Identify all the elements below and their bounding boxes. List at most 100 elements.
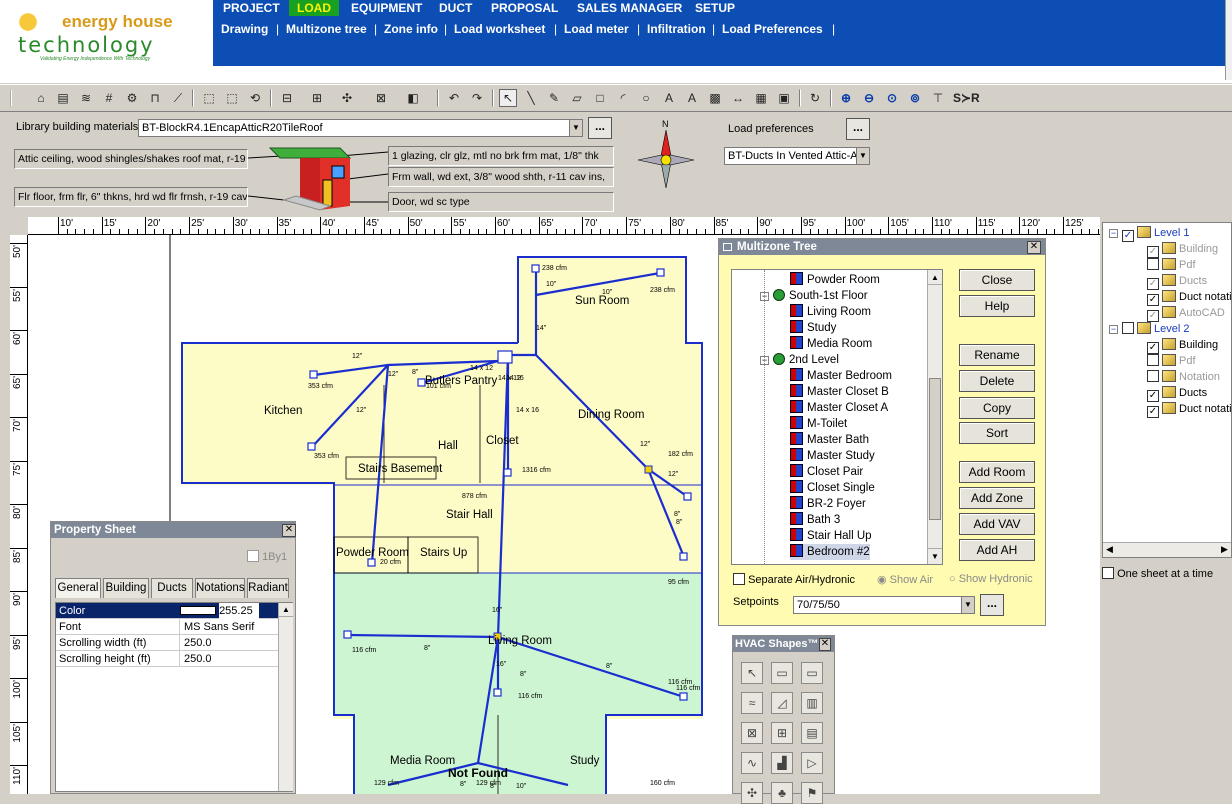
close-button[interactable]: Close	[959, 269, 1035, 291]
sort-button[interactable]: Sort	[959, 422, 1035, 444]
tree-room-item[interactable]: Powder Room	[790, 272, 880, 288]
text-icon[interactable]: A	[660, 89, 678, 107]
tab-project[interactable]: PROJECT	[215, 0, 288, 16]
subtab-load-worksheet[interactable]: Load worksheet	[454, 22, 545, 36]
chevron-down-icon[interactable]: ▼	[961, 596, 975, 614]
copy-button[interactable]: Copy	[959, 397, 1035, 419]
show-air-radio[interactable]: ◉ Show Air	[877, 573, 933, 586]
checkbox-icon[interactable]	[1147, 258, 1159, 270]
arc-icon[interactable]: ◜	[614, 89, 632, 107]
checkbox-icon[interactable]	[733, 573, 745, 585]
one-by-one-check[interactable]: 1By1	[247, 550, 287, 563]
group-icon[interactable]: ⬚	[200, 89, 218, 107]
tree-room-item[interactable]: Bedroom #2	[790, 544, 870, 560]
checkbox-icon[interactable]	[247, 550, 259, 562]
wall-tool-icon[interactable]: ⊓	[146, 89, 164, 107]
library-browse-button[interactable]: ...	[588, 117, 612, 139]
pointer-shape-icon[interactable]: ↖	[741, 662, 763, 684]
wall-material[interactable]: Frm wall, wd ext, 3/8" wood shth, r-11 c…	[388, 167, 614, 187]
open-icon[interactable]: ▤	[54, 89, 72, 107]
tab-duct[interactable]: DUCT	[431, 0, 480, 16]
align-icon[interactable]: ⊟	[278, 89, 296, 107]
tab-load[interactable]: LOAD	[289, 0, 339, 16]
tab-ducts[interactable]: Ducts	[151, 578, 193, 598]
layers-icon[interactable]: ≋	[77, 89, 95, 107]
property-value[interactable]: 250.0	[180, 653, 212, 665]
tab-radiant[interactable]: Radiant	[247, 578, 289, 598]
undo-icon[interactable]: ↶	[445, 89, 463, 107]
order-icon[interactable]: ⊠	[372, 89, 390, 107]
property-row-scroll-width[interactable]: Scrolling width (ft) 250.0	[56, 635, 292, 651]
scroll-thumb[interactable]	[929, 378, 941, 520]
box-shape-icon[interactable]: ⊠	[741, 722, 763, 744]
image-icon[interactable]: ▣	[775, 89, 793, 107]
setpoints-select[interactable]: 70/75/50	[793, 596, 961, 614]
close-icon[interactable]: ✕	[819, 638, 831, 651]
layer-item[interactable]: ✓ Building	[1147, 337, 1218, 354]
layer-item[interactable]: ✓ AutoCAD	[1147, 305, 1225, 322]
home-icon[interactable]: ⌂	[32, 89, 50, 107]
line-icon[interactable]: ╲	[522, 89, 540, 107]
property-value[interactable]: 255.25	[219, 603, 260, 619]
subtab-infiltration[interactable]: Infiltration	[647, 22, 706, 36]
layer-item[interactable]: Pdf	[1147, 353, 1196, 369]
layer-item[interactable]: ✓ Ducts	[1147, 385, 1207, 402]
snap-icon[interactable]: ✣	[338, 89, 356, 107]
add-ah-button[interactable]: Add AH	[959, 539, 1035, 561]
tree-room-item[interactable]: Closet Pair	[790, 464, 863, 480]
load-preferences-browse-button[interactable]: ...	[846, 118, 870, 140]
tab-equipment[interactable]: EQUIPMENT	[343, 0, 430, 16]
library-select[interactable]: BT-BlockR4.1EncapAtticR20TileRoof	[138, 119, 570, 137]
zoom-out-icon[interactable]: ⊖	[860, 89, 878, 107]
tree-scrollbar[interactable]: ▲ ▼	[927, 270, 942, 564]
toolbar-grip[interactable]	[10, 89, 16, 107]
room-label[interactable]: Hall	[438, 440, 458, 452]
zoom-in-icon[interactable]: ⊕	[837, 89, 855, 107]
tab-sales-manager[interactable]: SALES MANAGER	[569, 0, 690, 16]
ceiling-material[interactable]: Attic ceiling, wood shingles/shakes roof…	[14, 149, 248, 169]
flag-shape-icon[interactable]: ⚑	[801, 782, 823, 804]
tree-room-item[interactable]: BR-2 Foyer	[790, 496, 866, 512]
tree-zone-item[interactable]: − South-1st Floor	[760, 288, 868, 304]
scroll-up-icon[interactable]: ▲	[928, 270, 942, 285]
layer-hscrollbar[interactable]: ◀ ▶	[1103, 542, 1231, 557]
subtab-zone-info[interactable]: Zone info	[384, 22, 438, 36]
rectangle-icon[interactable]: □	[591, 89, 609, 107]
property-value[interactable]: 250.0	[180, 637, 212, 649]
zoom-window-icon[interactable]: ⊙	[883, 89, 901, 107]
measure-icon[interactable]: ⟋	[169, 89, 187, 107]
delete-button[interactable]: Delete	[959, 370, 1035, 392]
subtab-multizone-tree[interactable]: Multizone tree	[286, 22, 367, 36]
add-zone-button[interactable]: Add Zone	[959, 487, 1035, 509]
compass-icon[interactable]: N	[634, 118, 698, 196]
refresh-icon[interactable]: ↻	[806, 89, 824, 107]
close-icon[interactable]: ✕	[282, 524, 296, 537]
stack-icon[interactable]: ◧	[404, 89, 422, 107]
checkbox-icon[interactable]	[1147, 354, 1159, 366]
room-shape-icon[interactable]: ▭	[801, 662, 823, 684]
one-sheet-at-a-time[interactable]: One sheet at a time	[1102, 567, 1213, 580]
text-style-icon[interactable]: A	[683, 89, 701, 107]
pin-icon[interactable]: ⊤	[929, 89, 947, 107]
scroll-up-icon[interactable]: ▲	[279, 603, 293, 617]
tree-room-item[interactable]: Master Study	[790, 448, 875, 464]
circle-icon[interactable]: ○	[637, 89, 655, 107]
room-shape-icon[interactable]: ▭	[771, 662, 793, 684]
property-row-color[interactable]: Color 255.25	[56, 603, 292, 619]
tab-setup[interactable]: SETUP	[687, 0, 743, 16]
grid-icon[interactable]: #	[100, 89, 118, 107]
checkbox-icon[interactable]: ✓	[1122, 230, 1134, 242]
separate-air-hydronic[interactable]: Separate Air/Hydronic	[733, 573, 855, 586]
checkbox-icon[interactable]	[1102, 567, 1114, 579]
collapse-icon[interactable]: −	[1109, 229, 1118, 238]
property-value[interactable]: MS Sans Serif	[180, 621, 254, 633]
load-preferences-select[interactable]: BT-Ducts In Vented Attic-A	[724, 147, 856, 165]
collapse-icon[interactable]: −	[1109, 325, 1118, 334]
room-label[interactable]: Media Room	[390, 755, 455, 767]
gear-icon[interactable]: ⚙	[123, 89, 141, 107]
chevron-down-icon[interactable]: ▼	[856, 147, 870, 165]
layer-item[interactable]: ✓ Building	[1147, 241, 1218, 258]
ungroup-icon[interactable]: ⬚	[223, 89, 241, 107]
setpoints-browse-button[interactable]: ...	[980, 594, 1004, 616]
layer-item[interactable]: ✓ Duct notation	[1147, 401, 1232, 418]
